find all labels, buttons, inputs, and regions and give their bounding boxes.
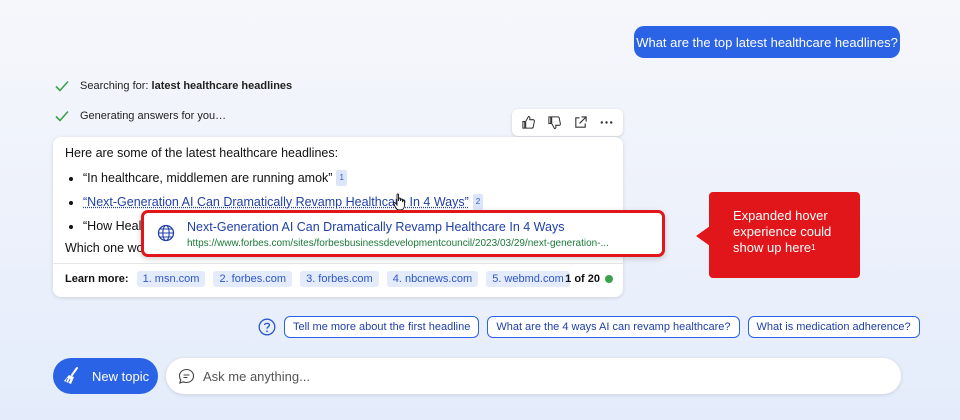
follow-up-question: Which one wo — [65, 241, 144, 255]
learn-more-row: Learn more: 1. msn.com 2. forbes.com 3. … — [65, 271, 570, 287]
ask-input[interactable] — [203, 368, 803, 384]
headline-text: “In healthcare, middlemen are running am… — [83, 171, 333, 185]
link-hover-card[interactable]: Next-Generation AI Can Dramatically Reva… — [141, 210, 665, 257]
response-count: 1 of 20 — [565, 273, 600, 285]
thumbs-up-button[interactable] — [519, 113, 539, 133]
citation-badge[interactable]: 2 — [472, 194, 484, 210]
headline-text: “How Heal — [83, 219, 142, 233]
feedback-toolbar — [512, 109, 623, 136]
chat-bubble-icon — [178, 368, 195, 384]
thumbs-down-icon — [548, 116, 562, 130]
globe-icon — [157, 224, 175, 242]
checkmark-icon — [55, 110, 69, 122]
source-link[interactable]: 4. nbcnews.com — [386, 271, 479, 287]
answer-intro: Here are some of the latest healthcare h… — [65, 146, 339, 160]
thumbs-up-icon — [522, 115, 536, 129]
citation-badge[interactable]: 1 — [336, 170, 347, 186]
thumbs-down-button[interactable] — [545, 113, 565, 133]
generating-text: Generating answers for you… — [80, 110, 227, 122]
callout-footnote: 1 — [811, 243, 816, 252]
search-query: latest healthcare headlines — [151, 80, 293, 92]
user-message-bubble: What are the top latest healthcare headl… — [634, 26, 900, 58]
new-topic-label: New topic — [92, 368, 150, 384]
hover-card-url[interactable]: https://www.forbes.com/sites/forbesbusin… — [187, 238, 653, 249]
suggestion-chip[interactable]: Tell me more about the first headline — [284, 316, 480, 338]
list-item: “In healthcare, middlemen are running am… — [83, 170, 483, 194]
more-horizontal-icon — [600, 121, 613, 124]
status-generating: Generating answers for you… — [54, 108, 226, 124]
source-link[interactable]: 1. msn.com — [136, 271, 206, 287]
suggestion-chip[interactable]: What are the 4 ways AI can revamp health… — [487, 316, 740, 338]
share-button[interactable] — [570, 113, 590, 133]
learn-more-label: Learn more: — [65, 273, 129, 285]
help-icon[interactable] — [258, 318, 276, 336]
status-dot — [605, 275, 613, 283]
source-link[interactable]: 5. webmd.com — [486, 271, 570, 287]
source-link[interactable]: 2. forbes.com — [213, 271, 293, 287]
new-topic-button[interactable]: New topic — [53, 358, 158, 394]
status-searching: Searching for: latest healthcare headlin… — [54, 78, 292, 94]
broom-icon — [64, 367, 78, 384]
suggestion-chip[interactable]: What is medication adherence? — [747, 316, 920, 338]
hand-cursor-icon — [393, 193, 405, 211]
more-options-button[interactable] — [596, 113, 616, 133]
divider — [53, 263, 623, 264]
chat-input-bar[interactable] — [166, 358, 901, 394]
share-icon — [575, 116, 587, 128]
suggestion-row: Tell me more about the first headline Wh… — [258, 316, 920, 338]
response-counter: 1 of 20 — [565, 273, 613, 285]
source-link[interactable]: 3. forbes.com — [300, 271, 379, 287]
searching-label: Searching for: — [80, 80, 152, 92]
checkmark-icon — [55, 80, 69, 92]
annotation-callout: Expanded hover experience could show up … — [696, 192, 860, 278]
headline-link[interactable]: “Next-Generation AI Can Dramatically Rev… — [83, 195, 469, 209]
hover-card-title[interactable]: Next-Generation AI Can Dramatically Reva… — [187, 220, 564, 234]
callout-text: Expanded hover experience could show up … — [733, 208, 832, 255]
